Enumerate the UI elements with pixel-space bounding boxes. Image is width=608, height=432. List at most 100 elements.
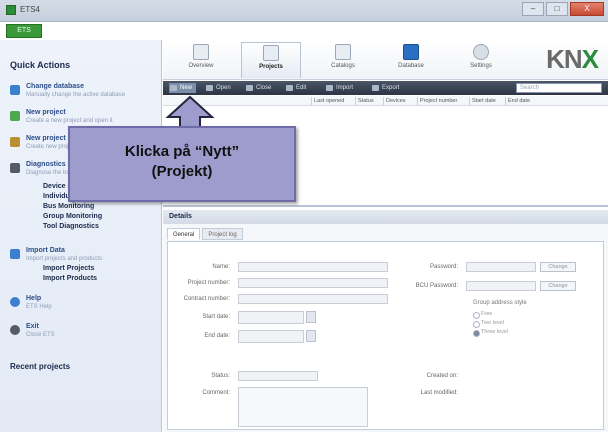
- column-status[interactable]: Status: [355, 97, 374, 105]
- sidebar-item-label: New project: [26, 109, 66, 116]
- tab-label: Catalogs: [331, 63, 355, 69]
- callout-line-1: Klicka på “Nytt”: [124, 143, 240, 160]
- tab-database[interactable]: Database: [381, 42, 441, 78]
- title-bar: ETS4 – □ X: [0, 0, 608, 22]
- calendar-icon[interactable]: [306, 311, 316, 323]
- help-icon: [10, 297, 20, 307]
- exit-icon: [10, 325, 20, 335]
- tab-projects[interactable]: Projects: [241, 42, 301, 78]
- import-icon: [10, 249, 20, 259]
- knx-logo-x: X: [581, 44, 599, 74]
- database-icon: [10, 85, 20, 95]
- overview-icon: [193, 44, 209, 60]
- new-project-icon: [10, 111, 20, 121]
- quick-actions-sidebar: Quick Actions Change database Manually c…: [0, 40, 162, 432]
- callout-line-2: (Projekt): [151, 163, 213, 180]
- column-start-date[interactable]: Start date: [469, 97, 496, 105]
- start-date-field[interactable]: [238, 311, 304, 324]
- details-tabs: General Project log: [167, 228, 243, 242]
- sidebar-item-exit[interactable]: Exit Close ETS: [8, 322, 158, 344]
- column-devices[interactable]: Devices: [383, 97, 406, 105]
- group-address-style-label: Group address style: [473, 300, 527, 306]
- new-button[interactable]: New: [169, 83, 197, 93]
- close-project-button[interactable]: Close: [245, 83, 271, 93]
- tab-general[interactable]: General: [167, 228, 201, 240]
- radio-free[interactable]: Free: [473, 311, 492, 319]
- change-bcu-password-button[interactable]: Change: [540, 281, 576, 291]
- created-on-label: Created on:: [426, 373, 458, 379]
- ets-badge[interactable]: ETS: [6, 24, 42, 38]
- tab-label: Projects: [259, 64, 283, 70]
- sidebar-item-change-database[interactable]: Change database Manually change the acti…: [8, 82, 158, 104]
- name-field[interactable]: [238, 262, 388, 272]
- tab-project-log[interactable]: Project log: [202, 228, 243, 240]
- column-project-number[interactable]: Project number: [417, 97, 457, 105]
- window-controls: – □ X: [522, 2, 604, 18]
- sidebar-item-label: Diagnostics: [26, 161, 66, 168]
- ribbon: Overview Projects Catalogs Database Sett…: [163, 40, 608, 80]
- diag-link-bus-monitoring[interactable]: Bus Monitoring: [43, 203, 94, 210]
- import-link-products[interactable]: Import Products: [43, 275, 97, 282]
- export-button[interactable]: Export: [371, 83, 399, 93]
- sidebar-item-label: Change database: [26, 83, 84, 90]
- sidebar-item-label: Exit: [26, 323, 39, 330]
- diag-link-tool-diagnostics[interactable]: Tool Diagnostics: [43, 223, 99, 230]
- app-icon: [6, 5, 16, 15]
- search-input[interactable]: Search: [516, 83, 602, 93]
- radio-two-level[interactable]: Two level: [473, 320, 504, 328]
- project-number-field[interactable]: [238, 278, 388, 288]
- knx-logo-text: KN: [546, 44, 583, 74]
- comment-field[interactable]: [238, 387, 368, 427]
- change-password-button[interactable]: Change: [540, 262, 576, 272]
- sidebar-item-sub: ETS Help: [26, 304, 52, 310]
- end-date-label: End date:: [204, 333, 230, 339]
- contract-number-label: Contract number:: [183, 296, 230, 302]
- name-label: Name:: [212, 264, 230, 270]
- bcu-password-field[interactable]: [466, 281, 536, 291]
- details-panel: Details General Project log Name: Projec…: [163, 210, 608, 432]
- status-select[interactable]: [238, 371, 318, 381]
- password-field[interactable]: [466, 262, 536, 272]
- callout-text: Klicka på “Nytt” (Projekt): [70, 142, 294, 182]
- sidebar-item-sub: Close ETS: [26, 332, 55, 338]
- close-button[interactable]: X: [570, 2, 604, 16]
- import-button[interactable]: Import: [325, 83, 353, 93]
- password-label: Password:: [429, 264, 458, 270]
- general-pane: Name: Project number: Contract number: S…: [167, 241, 604, 430]
- last-modified-label: Last modified:: [420, 390, 458, 396]
- projects-icon: [263, 45, 279, 61]
- start-date-label: Start date:: [202, 314, 230, 320]
- database-icon: [403, 44, 419, 60]
- tab-catalogs[interactable]: Catalogs: [313, 42, 373, 78]
- minimize-button[interactable]: –: [522, 2, 544, 16]
- comment-label: Comment:: [202, 390, 230, 396]
- tab-overview[interactable]: Overview: [171, 42, 231, 78]
- import-link-projects[interactable]: Import Projects: [43, 265, 94, 272]
- sidebar-item-sub: Manually change the active database: [26, 92, 126, 98]
- calendar-icon[interactable]: [306, 330, 316, 342]
- status-label: Status:: [211, 373, 230, 379]
- projects-toolbar: New Open Close Edit Import Export Search: [163, 81, 608, 95]
- column-last-opened[interactable]: Last opened: [311, 97, 344, 105]
- open-button[interactable]: Open: [205, 83, 231, 93]
- callout-box: Klicka på “Nytt” (Projekt): [68, 126, 296, 202]
- knx-logo: KNX: [546, 44, 599, 75]
- gear-icon: [473, 44, 489, 60]
- radio-three-level[interactable]: Three level: [473, 329, 508, 337]
- project-number-label: Project number:: [187, 280, 230, 286]
- diagnostics-icon: [10, 163, 20, 173]
- contract-number-field[interactable]: [238, 294, 388, 304]
- project-icon: [10, 137, 20, 147]
- diag-link-group-monitoring[interactable]: Group Monitoring: [43, 213, 102, 220]
- sidebar-item-label: New project: [26, 135, 66, 142]
- maximize-button[interactable]: □: [546, 2, 568, 16]
- details-heading: Details: [163, 210, 608, 224]
- sidebar-item-sub: Import projects and products: [26, 256, 103, 262]
- edit-button[interactable]: Edit: [285, 83, 306, 93]
- column-end-date[interactable]: End date: [505, 97, 530, 105]
- sidebar-item-help[interactable]: Help ETS Help: [8, 294, 158, 316]
- tab-settings[interactable]: Settings: [451, 42, 511, 78]
- window-title: ETS4: [20, 5, 41, 14]
- end-date-field[interactable]: [238, 330, 304, 343]
- tab-label: Settings: [470, 63, 492, 69]
